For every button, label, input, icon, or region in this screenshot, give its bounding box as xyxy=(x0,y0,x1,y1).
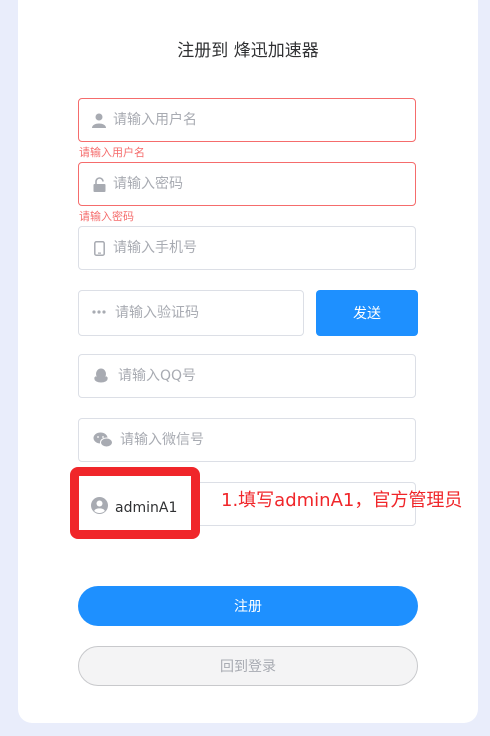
wechat-icon xyxy=(93,432,113,448)
qq-placeholder: 请输入QQ号 xyxy=(118,368,197,384)
send-code-button[interactable]: 发送 xyxy=(316,290,418,336)
code-placeholder: 请输入验证码 xyxy=(115,305,199,321)
qq-field[interactable]: 请输入QQ号 xyxy=(78,354,416,398)
register-button[interactable]: 注册 xyxy=(78,586,418,626)
username-field[interactable]: 请输入用户名 xyxy=(78,98,416,142)
password-placeholder: 请输入密码 xyxy=(113,176,183,192)
password-field[interactable]: 请输入密码 xyxy=(78,162,416,206)
lock-icon xyxy=(91,176,107,192)
annotation-text: 1.填写adminA1，官方管理员 xyxy=(221,490,463,511)
username-error: 请输入用户名 xyxy=(79,146,145,159)
user-circle-icon xyxy=(91,497,108,518)
inviter-input[interactable]: adminA1 xyxy=(91,497,177,518)
user-icon xyxy=(91,112,107,128)
wechat-placeholder: 请输入微信号 xyxy=(120,432,204,448)
dots-icon xyxy=(91,304,107,320)
wechat-field[interactable]: 请输入微信号 xyxy=(78,418,416,462)
phone-placeholder: 请输入手机号 xyxy=(113,240,197,256)
inviter-value: adminA1 xyxy=(115,499,178,516)
page-title: 注册到 烽迅加速器 xyxy=(177,41,319,61)
username-placeholder: 请输入用户名 xyxy=(113,112,197,128)
password-error: 请输入密码 xyxy=(79,210,134,223)
back-to-login-button[interactable]: 回到登录 xyxy=(78,646,418,686)
highlight-box: adminA1 xyxy=(70,467,200,539)
code-field[interactable]: 请输入验证码 xyxy=(78,290,304,336)
qq-icon xyxy=(93,368,109,384)
phone-field[interactable]: 请输入手机号 xyxy=(78,226,416,270)
mobile-icon xyxy=(91,240,107,256)
